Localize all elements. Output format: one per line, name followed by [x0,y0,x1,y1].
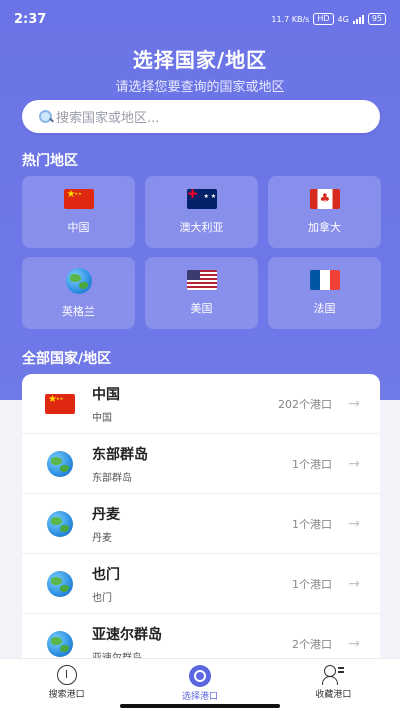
hot-region-france[interactable]: 法国 [268,257,381,329]
port-count: 1个港口 [292,517,332,531]
port-count: 202个港口 [278,397,332,411]
page-subtitle: 请选择您要查询的国家或地区 [115,80,285,95]
australia-flag-icon [186,189,217,209]
hd-badge: HD [313,13,334,25]
list-item-eastern-islands[interactable]: 东部群岛 东部群岛 1个港口 → [22,434,380,494]
globe-icon [47,630,73,657]
search-port-icon [56,665,77,685]
favorite-port-icon [322,665,345,685]
hot-region-name: 澳大利亚 [179,221,224,234]
status-bar: 2:37 11.7 KB/s HD 4G 95 [0,0,400,38]
globe-icon [47,450,73,477]
country-name: 东部群岛 [92,446,148,463]
arrow-right-icon: → [348,635,360,652]
search-icon [38,109,54,125]
all-section-label: 全部国家/地区 [22,351,112,367]
hot-section-label: 热门地区 [22,153,78,169]
hot-region-australia[interactable]: 澳大利亚 [145,176,258,248]
tab-label: 搜索港口 [48,690,85,700]
list-item-denmark[interactable]: 丹麦 丹麦 1个港口 → [22,494,380,554]
battery-icon: 95 [367,13,386,25]
arrow-right-icon: → [348,395,360,412]
tab-search-port[interactable]: 搜索港口 [0,659,133,711]
home-indicator [120,704,280,708]
france-flag-icon [309,270,340,290]
search-placeholder: 搜索国家或地区... [56,111,160,126]
country-subname: 也门 [92,592,112,604]
arrow-right-icon: → [348,515,360,532]
hot-region-usa[interactable]: 美国 [145,257,258,329]
port-count: 1个港口 [292,457,332,471]
list-item-china[interactable]: 中国 中国 202个港口 → [22,374,380,434]
signal-icon [352,14,364,24]
arrow-right-icon: → [348,575,360,592]
china-flag-icon [63,189,94,209]
hot-region-name: 中国 [67,221,90,234]
hot-region-name: 法国 [313,302,336,315]
hot-regions-grid: 中国 澳大利亚 加拿大 英格兰 美国 法国 [22,176,381,329]
status-time: 2:37 [14,11,47,27]
globe-icon [65,267,92,294]
country-subname: 丹麦 [92,532,112,544]
hot-region-china[interactable]: 中国 [22,176,135,248]
page-title: 选择国家/地区 [132,48,268,72]
search-input[interactable]: 搜索国家或地区... [22,100,380,133]
hot-region-name: 美国 [190,302,213,315]
hot-region-england[interactable]: 英格兰 [22,257,135,329]
tab-label: 收藏港口 [315,690,352,700]
globe-icon [47,570,73,597]
country-name: 中国 [92,386,120,403]
hot-region-name: 英格兰 [62,304,95,318]
country-subname: 中国 [92,412,112,424]
canada-flag-icon [309,189,340,209]
country-subname: 东部群岛 [92,472,132,484]
port-count: 1个港口 [292,577,332,591]
country-list: 中国 中国 202个港口 → 东部群岛 东部群岛 1个港口 → 丹麦 丹麦 1个… [22,374,380,674]
hot-region-name: 加拿大 [308,221,341,234]
list-item-yemen[interactable]: 也门 也门 1个港口 → [22,554,380,614]
country-name: 亚速尔群岛 [92,626,162,643]
arrow-right-icon: → [348,455,360,472]
net-speed-text: 11.7 KB/s [271,14,310,24]
globe-icon [47,510,73,537]
hot-region-canada[interactable]: 加拿大 [268,176,381,248]
network-type-text: 4G [337,14,349,24]
country-name: 丹麦 [92,506,120,523]
port-count: 2个港口 [292,637,332,651]
select-port-icon [188,665,211,687]
country-name: 也门 [92,566,120,583]
usa-flag-icon [186,270,217,290]
tab-favorite-port[interactable]: 收藏港口 [267,659,400,711]
status-icons: 11.7 KB/s HD 4G 95 [271,13,386,25]
tab-label: 选择港口 [181,692,218,702]
china-flag-icon [45,393,75,414]
